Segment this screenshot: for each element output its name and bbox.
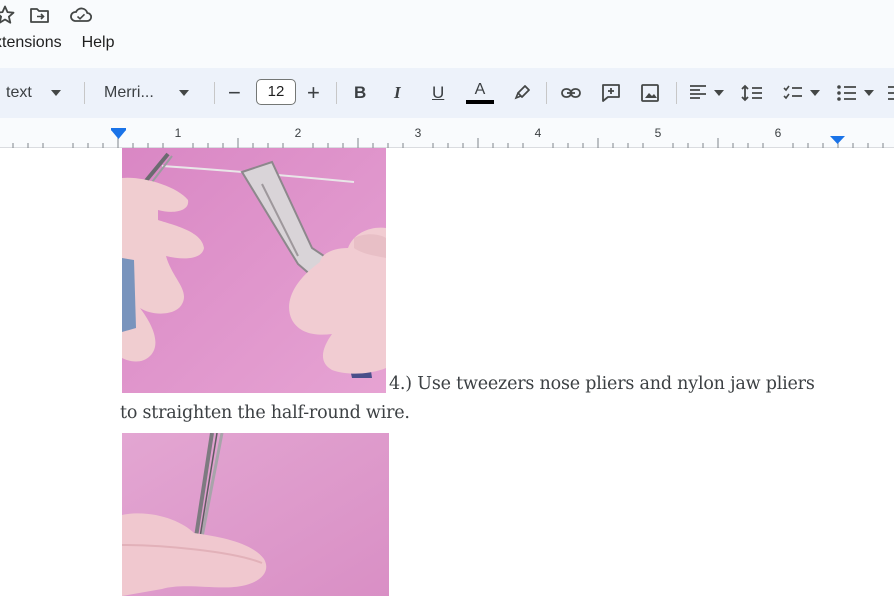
insert-link-button[interactable] bbox=[560, 68, 582, 118]
image-icon bbox=[641, 84, 659, 102]
step-caption-line-2: to straighten the half-round wire. bbox=[120, 403, 410, 423]
paragraph-style-dropdown[interactable]: text bbox=[6, 68, 62, 118]
font-size-input[interactable]: 12 bbox=[256, 79, 296, 105]
text-color-button[interactable]: A bbox=[466, 68, 494, 118]
chevron-down-icon bbox=[714, 90, 724, 96]
italic-button[interactable]: I bbox=[394, 68, 401, 118]
chevron-down-icon bbox=[50, 90, 61, 96]
align-dropdown[interactable] bbox=[688, 68, 724, 118]
menu-item-extensions[interactable]: xtensions bbox=[0, 34, 62, 52]
bulleted-list-icon bbox=[837, 85, 856, 101]
chevron-down-icon bbox=[178, 90, 189, 96]
menu-item-help[interactable]: Help bbox=[82, 34, 115, 52]
increase-font-size-button[interactable]: + bbox=[307, 68, 320, 118]
cloud-status-icon[interactable] bbox=[68, 4, 94, 26]
ruler-number: 5 bbox=[655, 126, 662, 140]
menu-bar: xtensions Help bbox=[0, 34, 135, 52]
horizontal-ruler[interactable]: 1 2 3 4 5 6 bbox=[0, 118, 894, 148]
star-icon[interactable] bbox=[0, 4, 16, 26]
numbered-list-button[interactable] bbox=[888, 68, 894, 118]
ruler-number: 4 bbox=[535, 126, 542, 140]
right-indent-marker[interactable] bbox=[830, 136, 845, 144]
text-color-icon: A bbox=[474, 81, 486, 98]
title-icons bbox=[0, 4, 94, 26]
move-to-folder-icon[interactable] bbox=[28, 4, 52, 26]
text-color-swatch bbox=[466, 100, 494, 104]
chevron-down-icon bbox=[810, 90, 820, 96]
minus-icon: − bbox=[228, 80, 241, 105]
checklist-dropdown[interactable] bbox=[782, 68, 820, 118]
toolbar-divider bbox=[214, 82, 215, 104]
numbered-list-icon bbox=[888, 86, 894, 100]
left-indent-marker[interactable] bbox=[111, 130, 126, 139]
jewelry-pliers-photo[interactable] bbox=[122, 148, 386, 393]
link-icon bbox=[561, 88, 581, 98]
title-bar: xtensions Help bbox=[0, 0, 894, 68]
underline-button[interactable]: U bbox=[432, 68, 444, 118]
ruler-number: 6 bbox=[775, 126, 782, 140]
toolbar-divider bbox=[676, 82, 677, 104]
toolbar-divider bbox=[336, 82, 337, 104]
checklist-icon bbox=[783, 85, 802, 100]
step-caption-line-1: 4.) Use tweezers nose pliers and nylon j… bbox=[389, 374, 815, 394]
ruler-number: 2 bbox=[295, 126, 302, 140]
add-comment-button[interactable] bbox=[600, 68, 622, 118]
align-left-icon bbox=[690, 85, 706, 99]
ruler-number: 3 bbox=[415, 126, 422, 140]
underline-icon: U bbox=[432, 83, 445, 102]
toolbar-divider bbox=[84, 82, 85, 104]
paragraph-style-label: text bbox=[6, 84, 32, 101]
font-family-dropdown[interactable]: Merri... bbox=[104, 68, 190, 118]
add-comment-icon bbox=[602, 84, 620, 102]
bulleted-list-dropdown[interactable] bbox=[836, 68, 874, 118]
toolbar-divider bbox=[546, 82, 547, 104]
ruler-number: 1 bbox=[175, 126, 182, 140]
decrease-font-size-button[interactable]: − bbox=[228, 68, 241, 118]
font-family-label: Merri... bbox=[104, 84, 154, 101]
italic-icon: I bbox=[394, 83, 401, 102]
highlighter-icon bbox=[514, 85, 530, 100]
formatting-toolbar: text Merri... − 12 + B I U A bbox=[0, 68, 894, 118]
tweezers-photo[interactable] bbox=[122, 433, 389, 596]
bold-button[interactable]: B bbox=[354, 68, 366, 118]
insert-image-button[interactable] bbox=[640, 68, 660, 118]
plus-icon: + bbox=[307, 80, 320, 105]
line-spacing-icon bbox=[741, 84, 762, 102]
ruler-scale: 1 2 3 4 5 6 bbox=[12, 126, 884, 148]
highlight-color-button[interactable] bbox=[512, 68, 532, 118]
first-line-indent-marker[interactable] bbox=[111, 128, 126, 131]
bold-icon: B bbox=[354, 83, 367, 102]
chevron-down-icon bbox=[864, 90, 874, 96]
line-spacing-button[interactable] bbox=[740, 68, 764, 118]
